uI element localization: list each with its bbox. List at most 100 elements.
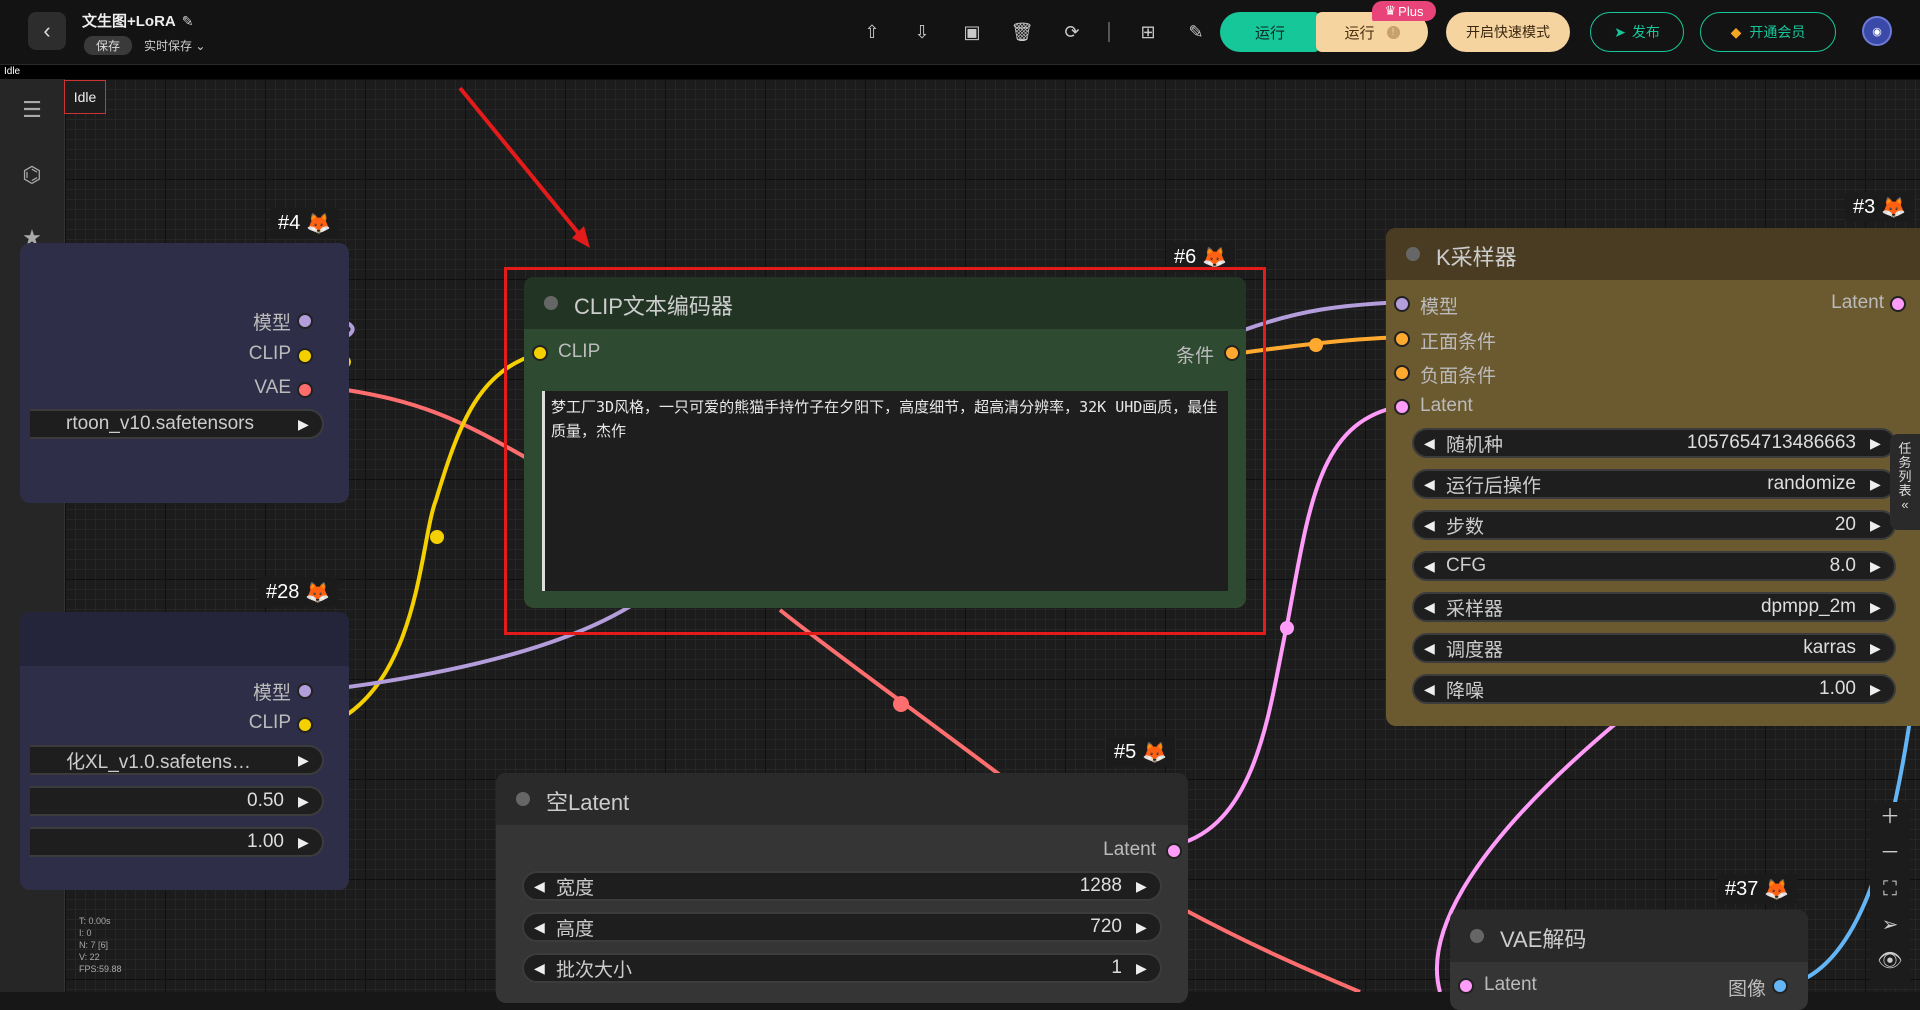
arrow-left-icon[interactable]: ◀ [534,878,546,895]
node-3-title: K采样器 [1436,245,1517,270]
annotation-highlight-box [504,267,1266,635]
ks-widget-denoise[interactable]: ◀ 降噪 1.00 ▶ [1412,674,1896,704]
task-list-label: 任务列表 [1898,441,1912,498]
arrow-left-icon[interactable]: ◀ [534,960,546,977]
ks-widget-control-label: 运行后操作 [1446,475,1542,497]
eye-icon[interactable]: 👁 [1870,946,1910,976]
latent-width-value: 1288 [1079,875,1122,896]
node-4-output-model: 模型 [252,313,291,334]
node-3-negative-slot[interactable] [1394,365,1410,381]
latent-widget-height[interactable]: ◀ 高度 720 ▶ [522,912,1162,942]
node-37-collapse-dot[interactable] [1470,929,1484,943]
lora-name-widget[interactable]: 化XL_v1.0.safetens… ▶ [30,745,324,775]
latent-height-value: 720 [1090,916,1122,937]
node-3-latent-output-slot[interactable] [1890,296,1906,312]
zoom-in-icon[interactable]: ＋ [1870,802,1910,832]
node-4-vae-slot[interactable] [297,382,313,398]
fox-icon: 🦊 [1764,878,1790,901]
arrow-right-icon[interactable]: ▶ [1870,517,1884,534]
fit-view-icon[interactable]: ⛶ [1870,874,1910,904]
arrow-right-icon[interactable]: ▶ [1870,476,1884,493]
node-5-collapse-dot[interactable] [516,792,530,806]
node-3-tag: #3 🦊 [1845,192,1915,222]
node-3-model-slot[interactable] [1394,296,1410,312]
arrow-left-icon[interactable]: ◀ [1424,517,1436,534]
fox-icon: 🦊 [305,581,331,604]
latent-height-label: 高度 [556,918,595,940]
node-4-output-vae: VAE [254,377,291,398]
node-28-model-slot[interactable] [297,683,313,699]
node-vae-decode[interactable]: VAE解码 Latent 图像 [1450,910,1808,1010]
task-list-tab[interactable]: 任务列表 « [1890,434,1920,530]
link-reroute-yellow [430,530,444,544]
ks-widget-steps[interactable]: ◀ 步数 20 ▶ [1412,510,1896,540]
node-5-latent-output-slot[interactable] [1166,843,1182,859]
ks-widget-cfg[interactable]: ◀ CFG 8.0 ▶ [1412,551,1896,581]
arrow-right-icon[interactable]: ▶ [298,752,312,769]
ks-widget-control-value: randomize [1767,473,1856,494]
node-5-title-bar[interactable]: 空Latent [496,773,1188,825]
latent-widget-width[interactable]: ◀ 宽度 1288 ▶ [522,871,1162,901]
node-28-output-model: 模型 [252,683,291,704]
strength-model-widget[interactable]: 0.50 ▶ [30,786,324,816]
arrow-left-icon[interactable]: ◀ [1424,435,1436,452]
arrow-right-icon[interactable]: ▶ [1136,960,1150,977]
strength-clip-value: 1.00 [247,831,284,852]
link-reroute-orange [1309,338,1323,352]
arrow-right-icon[interactable]: ▶ [298,834,312,851]
ks-widget-sampler-label: 采样器 [1446,598,1504,620]
node-37-tag-text: #37 [1725,877,1759,900]
arrow-right-icon[interactable]: ▶ [1870,599,1884,616]
ks-widget-steps-value: 20 [1834,514,1856,535]
node-4-clip-slot[interactable] [297,348,313,364]
arrow-right-icon[interactable]: ▶ [298,793,312,810]
node-4-model-slot[interactable] [297,313,313,329]
arrow-right-icon[interactable]: ▶ [1136,919,1150,936]
ks-widget-seed[interactable]: ◀ 随机种 1057654713486663 ▶ [1412,428,1896,458]
node-3-title-bar[interactable]: K采样器 [1386,228,1920,280]
fox-icon: 🦊 [306,212,332,235]
arrow-right-icon[interactable]: ▶ [1136,878,1150,895]
node-3-collapse-dot[interactable] [1406,247,1420,261]
strength-model-value: 0.50 [247,790,284,811]
ks-widget-control[interactable]: ◀ 运行后操作 randomize ▶ [1412,469,1896,499]
link-reroute-red [893,696,909,712]
ckpt-name-widget[interactable]: rtoon_v10.safetensors ▶ [30,409,324,439]
node-checkpoint-loader[interactable]: 模型 CLIP VAE [20,243,349,503]
zoom-out-icon[interactable]: － [1870,838,1910,868]
node-5-tag-text: #5 [1114,740,1137,763]
node-28-output-clip: CLIP [248,712,291,733]
node-37-title-bar[interactable]: VAE解码 [1450,910,1808,962]
node-37-title: VAE解码 [1500,927,1587,952]
arrow-left-icon[interactable]: ◀ [534,919,546,936]
strength-clip-widget[interactable]: 1.00 ▶ [30,827,324,857]
stat-fps: FPS:59.88 [79,964,122,974]
arrow-left-icon[interactable]: ◀ [1424,681,1436,698]
latent-widget-batch[interactable]: ◀ 批次大小 1 ▶ [522,953,1162,983]
ks-widget-cfg-value: 8.0 [1829,555,1856,576]
arrow-right-icon[interactable]: ▶ [1870,558,1884,575]
node-3-positive-slot[interactable] [1394,331,1410,347]
arrow-right-icon[interactable]: ▶ [298,416,312,433]
node-3-input-negative: 负面条件 [1420,366,1497,387]
link-vae-red [332,386,531,462]
node-28-clip-slot[interactable] [297,717,313,733]
arrow-left-icon[interactable]: ◀ [1424,599,1436,616]
arrow-left-icon[interactable]: ◀ [1424,640,1436,657]
node-3-input-model: 模型 [1420,297,1459,318]
node-3-input-positive: 正面条件 [1420,332,1497,353]
arrow-left-icon[interactable]: ◀ [1424,476,1436,493]
double-chevron-left-icon: « [1901,497,1909,512]
ks-widget-sampler[interactable]: ◀ 采样器 dpmpp_2m ▶ [1412,592,1896,622]
node-37-tag: #37 🦊 [1717,874,1798,904]
node-28-title-bar [20,612,349,666]
ks-widget-scheduler[interactable]: ◀ 调度器 karras ▶ [1412,633,1896,663]
canvas-zoom-controls: ＋ － ⛶ ➢ 👁 [1870,802,1910,988]
link-reroute-pink [1280,621,1294,635]
arrow-right-icon[interactable]: ▶ [1870,435,1884,452]
node-3-latent-slot[interactable] [1394,399,1410,415]
arrow-right-icon[interactable]: ▶ [1870,640,1884,657]
locate-icon[interactable]: ➢ [1870,910,1910,940]
arrow-right-icon[interactable]: ▶ [1870,681,1884,698]
arrow-left-icon[interactable]: ◀ [1424,558,1436,575]
